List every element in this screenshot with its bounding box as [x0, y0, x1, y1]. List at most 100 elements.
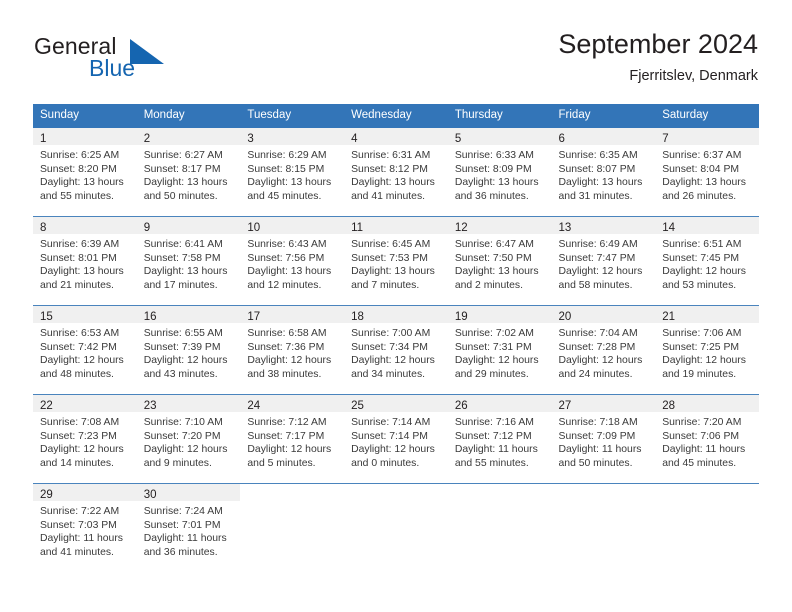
calendar-day-cell[interactable]: 5 Sunrise: 6:33 AM Sunset: 8:09 PM Daylight… [447, 128, 552, 217]
calendar-day-cell[interactable]: 9 Sunrise: 6:41 AM Sunset: 7:58 PM Daylight… [136, 216, 241, 306]
day-number: 15 [40, 311, 53, 323]
daylight-text-line2: and 26 minutes. [662, 190, 737, 202]
daylight-text-line2: and 34 minutes. [351, 368, 426, 380]
sunset-text: Sunset: 7:45 PM [662, 252, 740, 264]
calendar-day-cell[interactable]: 12 Sunrise: 6:47 AM Sunset: 7:50 PM Dayligh… [447, 216, 552, 306]
calendar-day-cell[interactable]: 1 Sunrise: 6:25 AM Sunset: 8:20 PM Daylight… [33, 128, 137, 217]
sunrise-text: Sunrise: 7:18 AM [558, 417, 638, 428]
calendar-day-cell[interactable]: 29 Sunrise: 7:22 AM Sunset: 7:03 PM Dayligh… [33, 483, 137, 572]
calendar-day-cell[interactable]: 6 Sunrise: 6:35 AM Sunset: 8:07 PM Daylight… [551, 128, 656, 217]
daylight-text-line2: and 21 minutes. [40, 279, 114, 291]
calendar-day-cell[interactable]: 11 Sunrise: 6:45 AM Sunset: 7:53 PM Dayligh… [344, 216, 448, 306]
calendar-day-cell[interactable]: 20 Sunrise: 7:04 AM Sunset: 7:28 PM Dayligh… [551, 305, 656, 395]
calendar-day-cell[interactable]: 18 Sunrise: 7:00 AM Sunset: 7:34 PM Dayligh… [344, 305, 448, 395]
sunset-text: Sunset: 7:25 PM [662, 341, 740, 353]
daylight-text-line1: Daylight: 12 hours [558, 355, 643, 367]
day-number-band [447, 484, 552, 501]
sunrise-text: Sunrise: 6:41 AM [143, 239, 223, 250]
calendar-day-cell[interactable]: 22 Sunrise: 7:08 AM Sunset: 7:23 PM Dayligh… [33, 394, 137, 484]
brand-logo[interactable]: General Blue [34, 33, 264, 89]
day-number: 17 [247, 311, 261, 323]
calendar-day-cell[interactable]: 14 Sunrise: 6:51 AM Sunset: 7:45 PM Dayligh… [655, 216, 759, 306]
daylight-text-line2: and 41 minutes. [40, 546, 114, 558]
sunrise-text: Sunrise: 6:25 AM [40, 150, 120, 161]
sunrise-text: Sunrise: 7:22 AM [40, 506, 120, 517]
calendar-week-row: 22 Sunrise: 7:08 AM Sunset: 7:23 PM Dayligh… [33, 394, 759, 484]
day-details: Sunrise: 6:49 AM Sunset: 7:47 PM Daylight:… [552, 234, 656, 292]
day-number-band: 3 [240, 128, 345, 145]
day-number: 28 [662, 400, 676, 412]
daylight-text-line1: Daylight: 13 hours [351, 177, 435, 189]
calendar-day-cell[interactable]: 16 Sunrise: 6:55 AM Sunset: 7:39 PM Dayligh… [136, 305, 241, 395]
day-number: 4 [351, 133, 358, 145]
day-number-band: 19 [447, 306, 552, 323]
weekday-header-saturday: Saturday [655, 104, 759, 128]
sunset-text: Sunset: 7:39 PM [143, 341, 221, 353]
sunset-text: Sunset: 7:06 PM [662, 430, 740, 442]
calendar-day-cell[interactable]: 17 Sunrise: 6:58 AM Sunset: 7:36 PM Dayligh… [240, 305, 345, 395]
calendar-day-cell[interactable]: 25 Sunrise: 7:14 AM Sunset: 7:14 PM Dayligh… [344, 394, 448, 484]
calendar-day-cell[interactable]: 30 Sunrise: 7:24 AM Sunset: 7:01 PM Dayligh… [136, 483, 241, 572]
day-details: Sunrise: 7:06 AM Sunset: 7:25 PM Daylight:… [655, 323, 759, 381]
day-number-band: 22 [33, 395, 137, 412]
calendar-day-cell[interactable]: 28 Sunrise: 7:20 AM Sunset: 7:06 PM Dayligh… [655, 394, 759, 484]
daylight-text-line2: and 29 minutes. [454, 368, 529, 380]
day-number-band: 8 [33, 217, 137, 234]
calendar-day-cell[interactable]: 2 Sunrise: 6:27 AM Sunset: 8:17 PM Daylight… [136, 128, 241, 217]
sunset-text: Sunset: 7:01 PM [143, 519, 221, 531]
day-number-band: 25 [344, 395, 448, 412]
sunrise-text: Sunrise: 7:16 AM [454, 417, 534, 428]
calendar-day-cell[interactable]: 3 Sunrise: 6:29 AM Sunset: 8:15 PM Daylight… [240, 128, 345, 217]
calendar-day-cell[interactable]: 23 Sunrise: 7:10 AM Sunset: 7:20 PM Dayligh… [136, 394, 241, 484]
day-details: Sunrise: 6:29 AM Sunset: 8:15 PM Daylight:… [240, 145, 344, 203]
day-number: 16 [143, 311, 157, 323]
daylight-text-line2: and 58 minutes. [558, 279, 633, 291]
day-details: Sunrise: 6:35 AM Sunset: 8:07 PM Daylight:… [552, 145, 656, 203]
sunset-text: Sunset: 7:09 PM [558, 430, 636, 442]
day-number: 3 [247, 133, 254, 145]
day-details: Sunrise: 6:27 AM Sunset: 8:17 PM Daylight:… [137, 145, 241, 203]
daylight-text-line2: and 12 minutes. [247, 279, 322, 291]
day-number: 19 [454, 311, 468, 323]
day-number-band: 16 [136, 306, 241, 323]
daylight-text-line2: and 24 minutes. [558, 368, 633, 380]
daylight-text-line2: and 45 minutes. [662, 457, 737, 469]
daylight-text-line2: and 7 minutes. [351, 279, 420, 291]
calendar-day-cell[interactable]: 15 Sunrise: 6:53 AM Sunset: 7:42 PM Dayligh… [33, 305, 137, 395]
sunset-text: Sunset: 7:53 PM [351, 252, 428, 264]
weekday-header-tuesday: Tuesday [240, 104, 345, 128]
calendar-day-cell[interactable]: 8 Sunrise: 6:39 AM Sunset: 8:01 PM Daylight… [33, 216, 137, 306]
sunrise-text: Sunrise: 6:33 AM [454, 150, 534, 161]
calendar-day-cell[interactable]: 19 Sunrise: 7:02 AM Sunset: 7:31 PM Dayligh… [447, 305, 552, 395]
calendar-day-cell[interactable]: 13 Sunrise: 6:49 AM Sunset: 7:47 PM Dayligh… [551, 216, 656, 306]
calendar-day-cell[interactable]: 24 Sunrise: 7:12 AM Sunset: 7:17 PM Dayligh… [240, 394, 345, 484]
sunrise-text: Sunrise: 6:51 AM [662, 239, 742, 250]
sunrise-text: Sunrise: 7:20 AM [662, 417, 742, 428]
daylight-text-line1: Daylight: 13 hours [40, 266, 124, 278]
day-details: Sunrise: 7:14 AM Sunset: 7:14 PM Daylight:… [344, 412, 448, 470]
sunset-text: Sunset: 8:01 PM [40, 252, 117, 264]
sunrise-text: Sunrise: 7:02 AM [454, 328, 534, 339]
calendar-day-cell[interactable]: 21 Sunrise: 7:06 AM Sunset: 7:25 PM Dayligh… [655, 305, 759, 395]
day-details: Sunrise: 7:20 AM Sunset: 7:06 PM Daylight:… [655, 412, 759, 470]
calendar-day-cell[interactable]: 4 Sunrise: 6:31 AM Sunset: 8:12 PM Daylight… [344, 128, 448, 217]
day-number: 11 [351, 222, 364, 234]
day-number: 26 [454, 400, 468, 412]
calendar-day-cell[interactable]: 10 Sunrise: 6:43 AM Sunset: 7:56 PM Dayligh… [240, 216, 345, 306]
weekday-header-sunday: Sunday [33, 104, 137, 128]
calendar-day-cell[interactable]: 26 Sunrise: 7:16 AM Sunset: 7:12 PM Dayligh… [447, 394, 552, 484]
daylight-text-line1: Daylight: 12 hours [662, 355, 746, 367]
calendar-day-cell[interactable]: 27 Sunrise: 7:18 AM Sunset: 7:09 PM Dayligh… [551, 394, 656, 484]
day-number-band: 12 [447, 217, 552, 234]
day-number: 7 [662, 133, 669, 145]
calendar-day-cell-empty [655, 483, 759, 572]
daylight-text-line2: and 38 minutes. [247, 368, 322, 380]
day-number: 24 [247, 400, 261, 412]
daylight-text-line2: and 14 minutes. [40, 457, 114, 469]
day-number-band: 30 [136, 484, 241, 501]
sunrise-text: Sunrise: 7:12 AM [247, 417, 327, 428]
day-number: 20 [558, 311, 572, 323]
daylight-text-line2: and 2 minutes. [454, 279, 523, 291]
calendar-day-cell[interactable]: 7 Sunrise: 6:37 AM Sunset: 8:04 PM Daylight… [655, 128, 759, 217]
day-number: 1 [40, 133, 47, 145]
